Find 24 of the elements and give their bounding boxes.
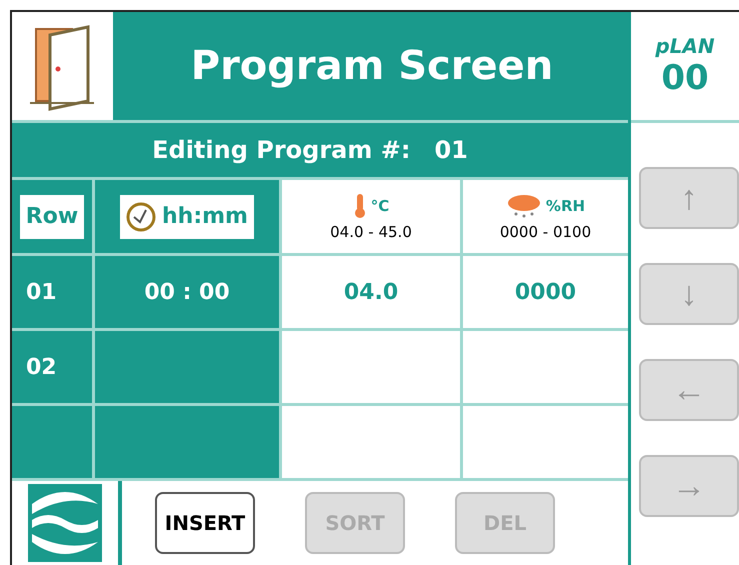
table-cell: 00 : 00 [95, 256, 279, 328]
thermometer-icon [352, 192, 367, 218]
range-label: 04.0 - 45.0 [330, 222, 412, 240]
editing-label: Editing Program #: [152, 136, 410, 164]
column-label: °C [370, 196, 390, 214]
column-label: hh:mm [162, 204, 248, 229]
plan-value: 00 [661, 58, 709, 98]
program-number: 01 [434, 136, 468, 164]
arrow-button[interactable]: ← [639, 359, 739, 421]
table-cell: 0000 [463, 256, 628, 328]
arrow-button[interactable]: → [639, 455, 739, 517]
column-label: %RH [546, 196, 586, 214]
rain-cloud-icon [506, 192, 542, 218]
action-button[interactable]: INSERT [155, 492, 255, 554]
row-number-cell: 01 [12, 256, 92, 328]
range-label: 0000 - 0100 [500, 222, 592, 240]
table-cell: 04.0 [282, 256, 460, 328]
arrow-button[interactable]: ↑ [639, 167, 739, 229]
clock-icon [126, 202, 156, 232]
screen-title: Program Screen [116, 12, 628, 120]
plan-label: pLAN [655, 34, 715, 58]
column-label: Row [26, 204, 78, 229]
row-number-cell: 02 [12, 331, 92, 403]
arrow-button[interactable]: ↓ [639, 263, 739, 325]
